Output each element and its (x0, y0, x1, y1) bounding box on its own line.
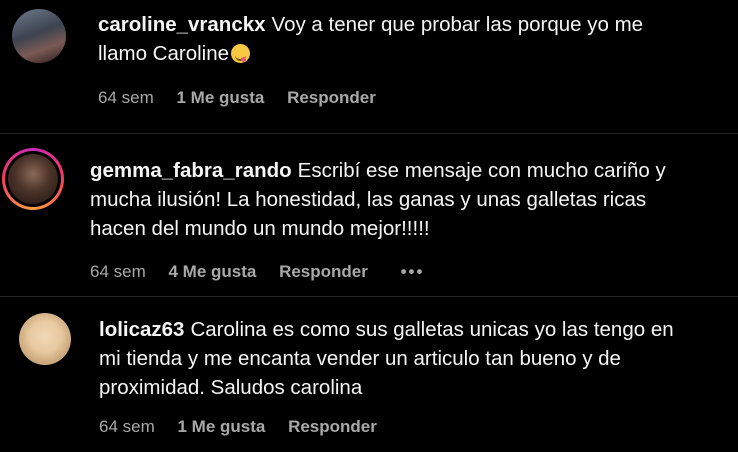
comment-body-line3: proximidad. Saludos carolina (99, 376, 363, 399)
comment-username[interactable]: lolicaz63 (99, 318, 184, 341)
comment-item: lolicaz63 Carolina es como sus galletas u… (0, 297, 738, 452)
comment-username[interactable]: gemma_fabra_rando (90, 159, 292, 182)
reply-button[interactable]: Responder (287, 88, 376, 107)
comment-meta: 64 sem 1 Me gusta Responder (99, 417, 395, 437)
comment-username[interactable]: caroline_vranckx (98, 13, 266, 36)
comment-likes-button[interactable]: 4 Me gusta (168, 262, 256, 281)
comment-body-line2: llamo Caroline (98, 42, 230, 65)
comment-item: caroline_vranckx Voy a tener que probar l… (0, 0, 738, 133)
yum-face-icon (231, 44, 251, 63)
comment-age: 64 sem (99, 417, 155, 436)
comment-item: gemma_fabra_rando Escribí ese mensaje con… (0, 134, 738, 296)
comment-meta: 64 sem 4 Me gusta Responder ••• (90, 262, 442, 282)
comment-body-line1: Escribí ese mensaje con mucho cariño y (297, 159, 666, 182)
avatar[interactable] (19, 313, 71, 365)
comment-likes-button[interactable]: 1 Me gusta (177, 417, 265, 436)
comment-body-line3: hacen del mundo un mundo mejor!!!!! (90, 217, 430, 240)
reply-button[interactable]: Responder (279, 262, 368, 281)
comment-body-line2: mucha ilusión! La honestidad, las ganas … (90, 188, 647, 211)
reply-button[interactable]: Responder (288, 417, 377, 436)
comment-text: lolicaz63 Carolina es como sus galletas u… (99, 315, 729, 402)
comment-body-line1: Voy a tener que probar las porque yo me (271, 13, 644, 36)
comment-text: gemma_fabra_rando Escribí ese mensaje con… (90, 156, 730, 243)
avatar-story-ring[interactable] (2, 148, 64, 210)
comment-body-line1: Carolina es como sus galletas unicas yo … (190, 318, 674, 341)
comment-age: 64 sem (90, 262, 146, 281)
more-options-icon[interactable]: ••• (401, 262, 425, 281)
avatar[interactable] (12, 9, 66, 63)
comment-age: 64 sem (98, 88, 154, 107)
comment-likes-button[interactable]: 1 Me gusta (176, 88, 264, 107)
avatar (8, 154, 58, 204)
comment-text: caroline_vranckx Voy a tener que probar l… (98, 10, 728, 68)
comment-meta: 64 sem 1 Me gusta Responder (98, 88, 394, 108)
comment-body-line2: mi tienda y me encanta vender un articul… (99, 347, 621, 370)
